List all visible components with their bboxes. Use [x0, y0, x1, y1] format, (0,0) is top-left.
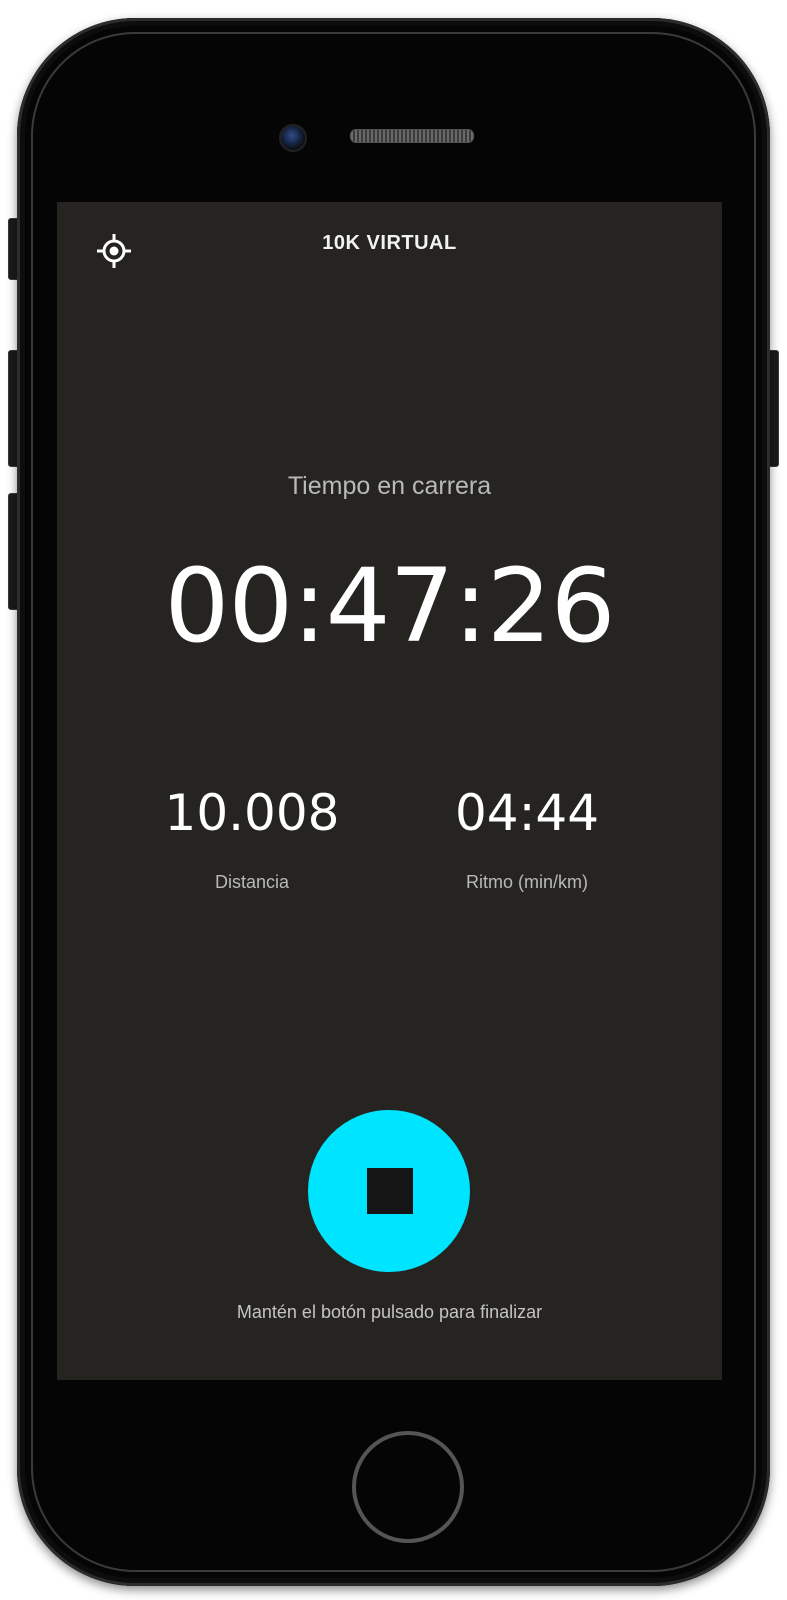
pace-value: 04:44: [454, 784, 600, 842]
distance-stat: 10.008 Distancia: [102, 782, 402, 893]
distance-label: Distancia: [214, 872, 290, 892]
device-mockup: 10K VIRTUAL Tiempo en carrera 00:47:26 1…: [0, 0, 787, 1600]
distance-value: 10.008: [164, 784, 340, 842]
stop-button[interactable]: [308, 1110, 470, 1272]
screen-title: 10K VIRTUAL: [322, 232, 457, 254]
pace-label: Ritmo (min/km): [466, 872, 588, 892]
stop-icon: [367, 1168, 413, 1214]
app-screen: 10K VIRTUAL Tiempo en carrera 00:47:26 1…: [57, 202, 722, 1380]
pace-stat: 04:44 Ritmo (min/km): [377, 782, 677, 893]
hold-to-finish-hint: Mantén el botón pulsado para finalizar: [236, 1302, 543, 1322]
elapsed-time-value: 00:47:26: [164, 547, 615, 666]
elapsed-time-label: Tiempo en carrera: [287, 472, 492, 500]
home-button[interactable]: [352, 1431, 464, 1543]
earpiece-speaker: [350, 129, 474, 143]
front-camera: [279, 124, 307, 152]
